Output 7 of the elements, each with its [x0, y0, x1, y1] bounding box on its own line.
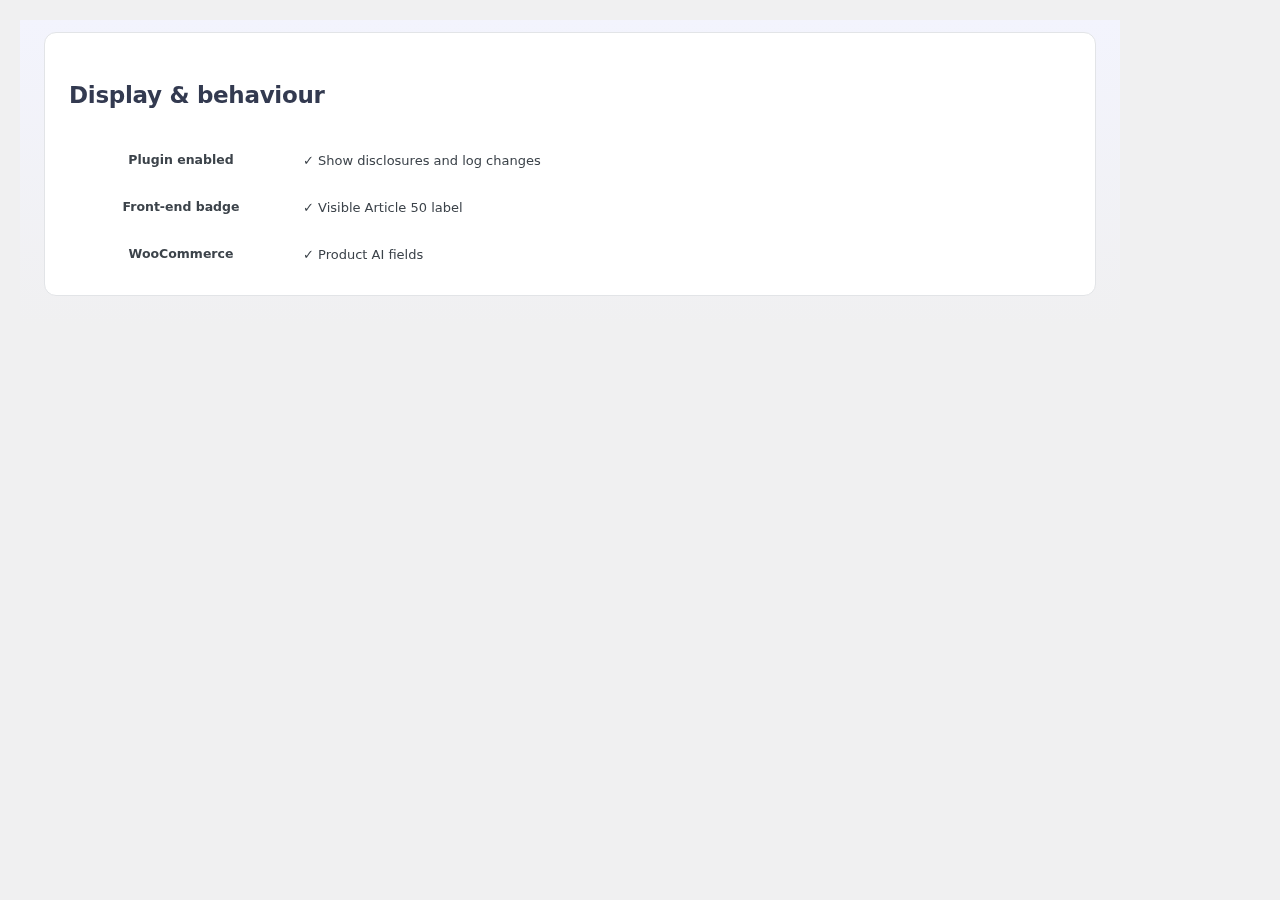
setting-label: Plugin enabled: [127, 151, 235, 170]
setting-label: WooCommerce: [127, 245, 235, 264]
setting-value: ✓ Product AI fields: [303, 245, 424, 264]
setting-label: Front-end badge: [121, 198, 241, 217]
setting-value: ✓ Visible Article 50 label: [303, 198, 463, 217]
setting-value: ✓ Show disclosures and log changes: [303, 151, 541, 170]
section-title: Display & behaviour: [69, 81, 326, 110]
